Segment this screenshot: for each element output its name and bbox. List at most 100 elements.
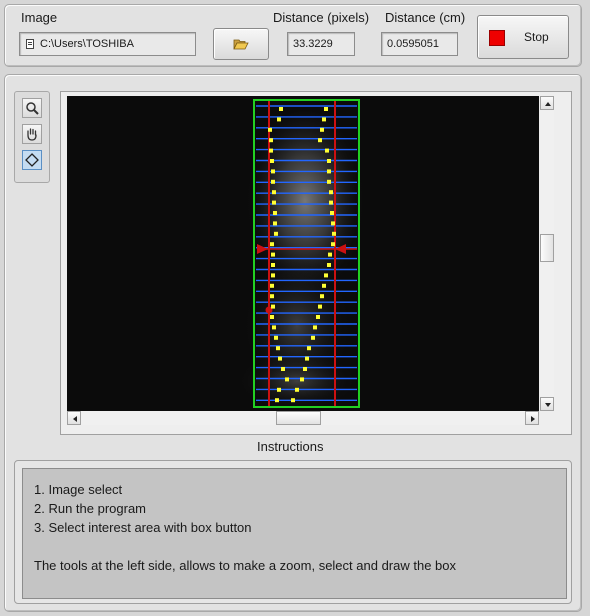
edge-point (281, 367, 285, 371)
distance-cm-label: Distance (cm) (385, 10, 466, 25)
edge-point (330, 211, 334, 215)
edge-point (313, 325, 317, 330)
stop-square-icon (489, 30, 505, 46)
edge-point (269, 148, 273, 153)
edge-point (270, 283, 274, 288)
horizontal-scrollbar[interactable] (67, 411, 539, 425)
edge-point (332, 231, 336, 236)
arrow-right-icon (531, 416, 535, 422)
edge-point (328, 252, 332, 257)
tool-palette (14, 91, 50, 183)
edge-point (307, 346, 311, 351)
scroll-right-button[interactable] (525, 411, 539, 425)
browse-folder-button[interactable] (213, 28, 269, 60)
arrow-down-icon (545, 403, 551, 407)
vertical-scroll-thumb[interactable] (540, 234, 554, 262)
edge-point (303, 367, 307, 371)
stop-button[interactable]: Stop (477, 15, 569, 59)
horizontal-scroll-thumb[interactable] (276, 411, 321, 425)
scroll-down-button[interactable] (540, 397, 554, 411)
edge-point (270, 315, 274, 319)
edge-point (277, 387, 281, 392)
edge-point (271, 273, 275, 278)
edge-point (318, 138, 322, 143)
edge-point (327, 263, 331, 267)
vertical-scrollbar[interactable] (540, 96, 554, 411)
edge-point (271, 252, 275, 257)
scroll-up-button[interactable] (540, 96, 554, 110)
edge-point (322, 117, 326, 122)
edge-point (277, 117, 281, 122)
edge-point (276, 346, 280, 351)
edge-point (275, 398, 279, 403)
instructions-text: 1. Image select 2. Run the program 3. Se… (22, 468, 567, 599)
edge-point (329, 190, 333, 195)
instruction-line: 1. Image select (34, 482, 123, 497)
edge-point (272, 325, 276, 330)
edge-point (272, 200, 276, 205)
edge-point (278, 356, 282, 361)
instructions-box: 1. Image select 2. Run the program 3. Se… (14, 460, 572, 604)
image-display[interactable] (67, 96, 539, 411)
edge-point (273, 211, 277, 215)
edge-point (285, 377, 289, 382)
pan-tool-button[interactable] (22, 124, 42, 144)
instruction-line: 2. Run the program (34, 501, 147, 516)
edge-point (320, 294, 324, 299)
arrow-up-icon (545, 102, 551, 106)
edge-point (325, 148, 329, 153)
edge-point (311, 335, 315, 340)
edge-point (274, 231, 278, 236)
distance-pixels-label: Distance (pixels) (273, 10, 370, 25)
edge-point (270, 159, 274, 163)
edge-point (279, 107, 283, 111)
edge-point (274, 335, 278, 340)
arrow-left-icon (73, 416, 77, 422)
edge-point (272, 190, 276, 195)
edge-point (295, 387, 299, 392)
zoom-tool-button[interactable] (22, 98, 42, 118)
edge-point (273, 221, 277, 226)
main-panel: Instructions 1. Image select 2. Run the … (4, 74, 582, 612)
instruction-line (34, 537, 566, 556)
edge-point (327, 179, 331, 184)
edge-point (270, 294, 274, 299)
instructions-title: Instructions (257, 439, 324, 454)
instruction-line: 3. Select interest area with box button (34, 520, 252, 535)
edge-point (269, 138, 273, 143)
edge-point (331, 221, 335, 226)
edge-point (324, 273, 328, 278)
file-path-icon (26, 39, 34, 49)
edge-point (268, 127, 272, 132)
instruction-line: The tools at the left side, allows to ma… (34, 558, 456, 573)
diamond-icon (25, 153, 39, 167)
hand-icon (27, 128, 37, 141)
edge-point (322, 283, 326, 288)
edge-point (271, 179, 275, 184)
edge-point (305, 356, 309, 361)
edge-point (331, 242, 335, 247)
edge-point (271, 169, 275, 174)
edge-point (316, 315, 320, 319)
edge-point (271, 304, 275, 309)
edge-point (300, 377, 304, 382)
scroll-left-button[interactable] (67, 411, 81, 425)
folder-open-icon (233, 39, 249, 50)
edge-point (271, 263, 275, 267)
stop-button-label: Stop (524, 30, 549, 44)
edge-point (291, 398, 295, 403)
edge-point (320, 127, 324, 132)
edge-point (270, 242, 274, 247)
edge-point (324, 107, 328, 111)
box-tool-button[interactable] (22, 150, 42, 170)
edge-point (329, 200, 333, 205)
image-path-value: C:\Users\TOSHIBA (40, 38, 134, 50)
distance-pixels-field: 33.3229 (287, 32, 355, 56)
edge-point (327, 169, 331, 174)
edge-point (327, 159, 331, 163)
image-path-field[interactable]: C:\Users\TOSHIBA (19, 32, 196, 56)
distance-cm-field: 0.0595051 (381, 32, 458, 56)
image-label: Image (21, 10, 58, 25)
image-display-frame (60, 91, 572, 435)
edge-point (318, 304, 322, 309)
